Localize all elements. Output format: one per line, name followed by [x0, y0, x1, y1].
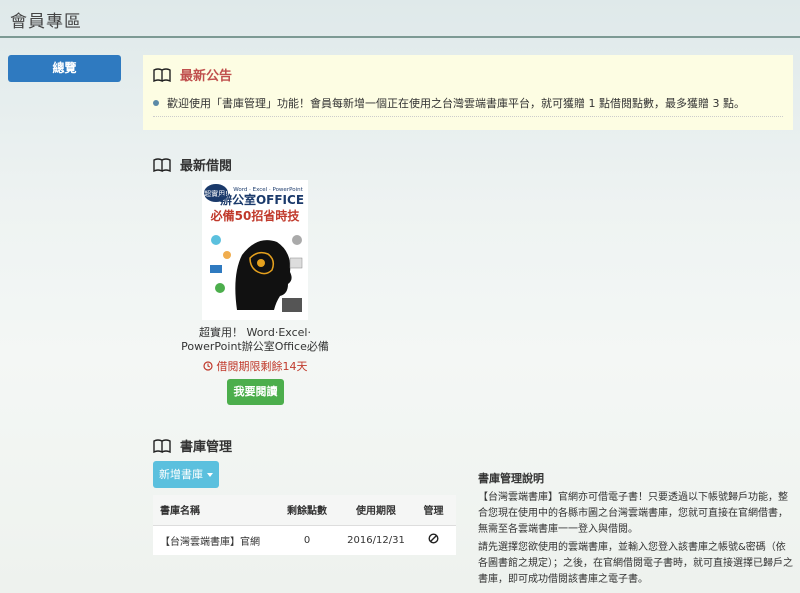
column-header-points: 剩餘點數	[273, 495, 341, 526]
recent-title: 最新借閱	[180, 159, 233, 174]
column-header-expiry: 使用期限	[341, 495, 411, 526]
cover-title-2: 必備50招省時技	[210, 208, 301, 223]
table-header-row: 書庫名稱 剩餘點數 使用期限 管理	[153, 495, 456, 526]
deadline-status: 借閱期限剩餘14天	[178, 358, 332, 374]
ban-icon[interactable]	[428, 533, 439, 544]
announcement-header: 最新公告	[153, 65, 232, 84]
book-cover-image[interactable]: 超實用! Word · Excel · PowerPoint 辦公室OFFICE…	[202, 180, 308, 320]
add-library-label: 新增書庫	[159, 468, 203, 481]
library-expiry: 2016/12/31	[341, 525, 411, 555]
cover-title-1: 辦公室OFFICE	[220, 192, 304, 207]
sidebar-overview-button[interactable]: 總覽	[8, 55, 121, 82]
column-header-name: 書庫名稱	[153, 495, 273, 526]
page-title: 會員專區	[10, 12, 82, 32]
library-title: 書庫管理	[180, 440, 233, 455]
help-title: 書庫管理說明	[478, 472, 544, 485]
book-open-icon	[153, 438, 171, 453]
announcement-text: 歡迎使用「書庫管理」功能！會員每新增一個正在使用之台灣雲端書庫平台，就可獲贈 1…	[167, 97, 745, 110]
library-table: 書庫名稱 剩餘點數 使用期限 管理 【台灣雲端書庫】官網 0 2016/12/3…	[153, 495, 456, 555]
column-header-manage: 管理	[411, 495, 456, 526]
caret-down-icon	[207, 472, 213, 477]
book-open-icon	[153, 157, 171, 172]
book-open-icon	[153, 67, 171, 82]
table-row: 【台灣雲端書庫】官網 0 2016/12/31	[153, 525, 456, 555]
book-title[interactable]: 超實用！ Word‧Excel‧PowerPoint辦公室Office必備	[178, 326, 332, 354]
library-header: 書庫管理	[153, 436, 232, 455]
read-button[interactable]: 我要閱讀	[227, 379, 284, 405]
add-library-button[interactable]: 新增書庫	[153, 461, 219, 488]
deadline-text: 借閱期限剩餘14天	[216, 360, 308, 373]
page-header: 會員專區	[0, 0, 800, 38]
announcement-panel: 最新公告 歡迎使用「書庫管理」功能！會員每新增一個正在使用之台灣雲端書庫平台，就…	[143, 55, 793, 130]
help-paragraph-1: 【台灣雲端書庫】官網亦可借電子書！只要透過以下帳號歸戶功能，整合您現在使用中的各…	[478, 492, 788, 535]
announcement-title: 最新公告	[180, 69, 233, 84]
manage-cell	[411, 525, 456, 555]
help-paragraph-2: 請先選擇您欲使用的雲端書庫，並輸入您登入該書庫之帳號&密碼（依各圖書館之規定）；…	[478, 542, 793, 585]
clock-icon	[202, 361, 213, 371]
library-points: 0	[273, 525, 341, 555]
bullet-dot-icon	[153, 100, 159, 106]
announcement-item: 歡迎使用「書庫管理」功能！會員每新增一個正在使用之台灣雲端書庫平台，就可獲贈 1…	[153, 95, 783, 117]
recent-header: 最新借閱	[153, 155, 232, 174]
library-name: 【台灣雲端書庫】官網	[153, 525, 273, 555]
